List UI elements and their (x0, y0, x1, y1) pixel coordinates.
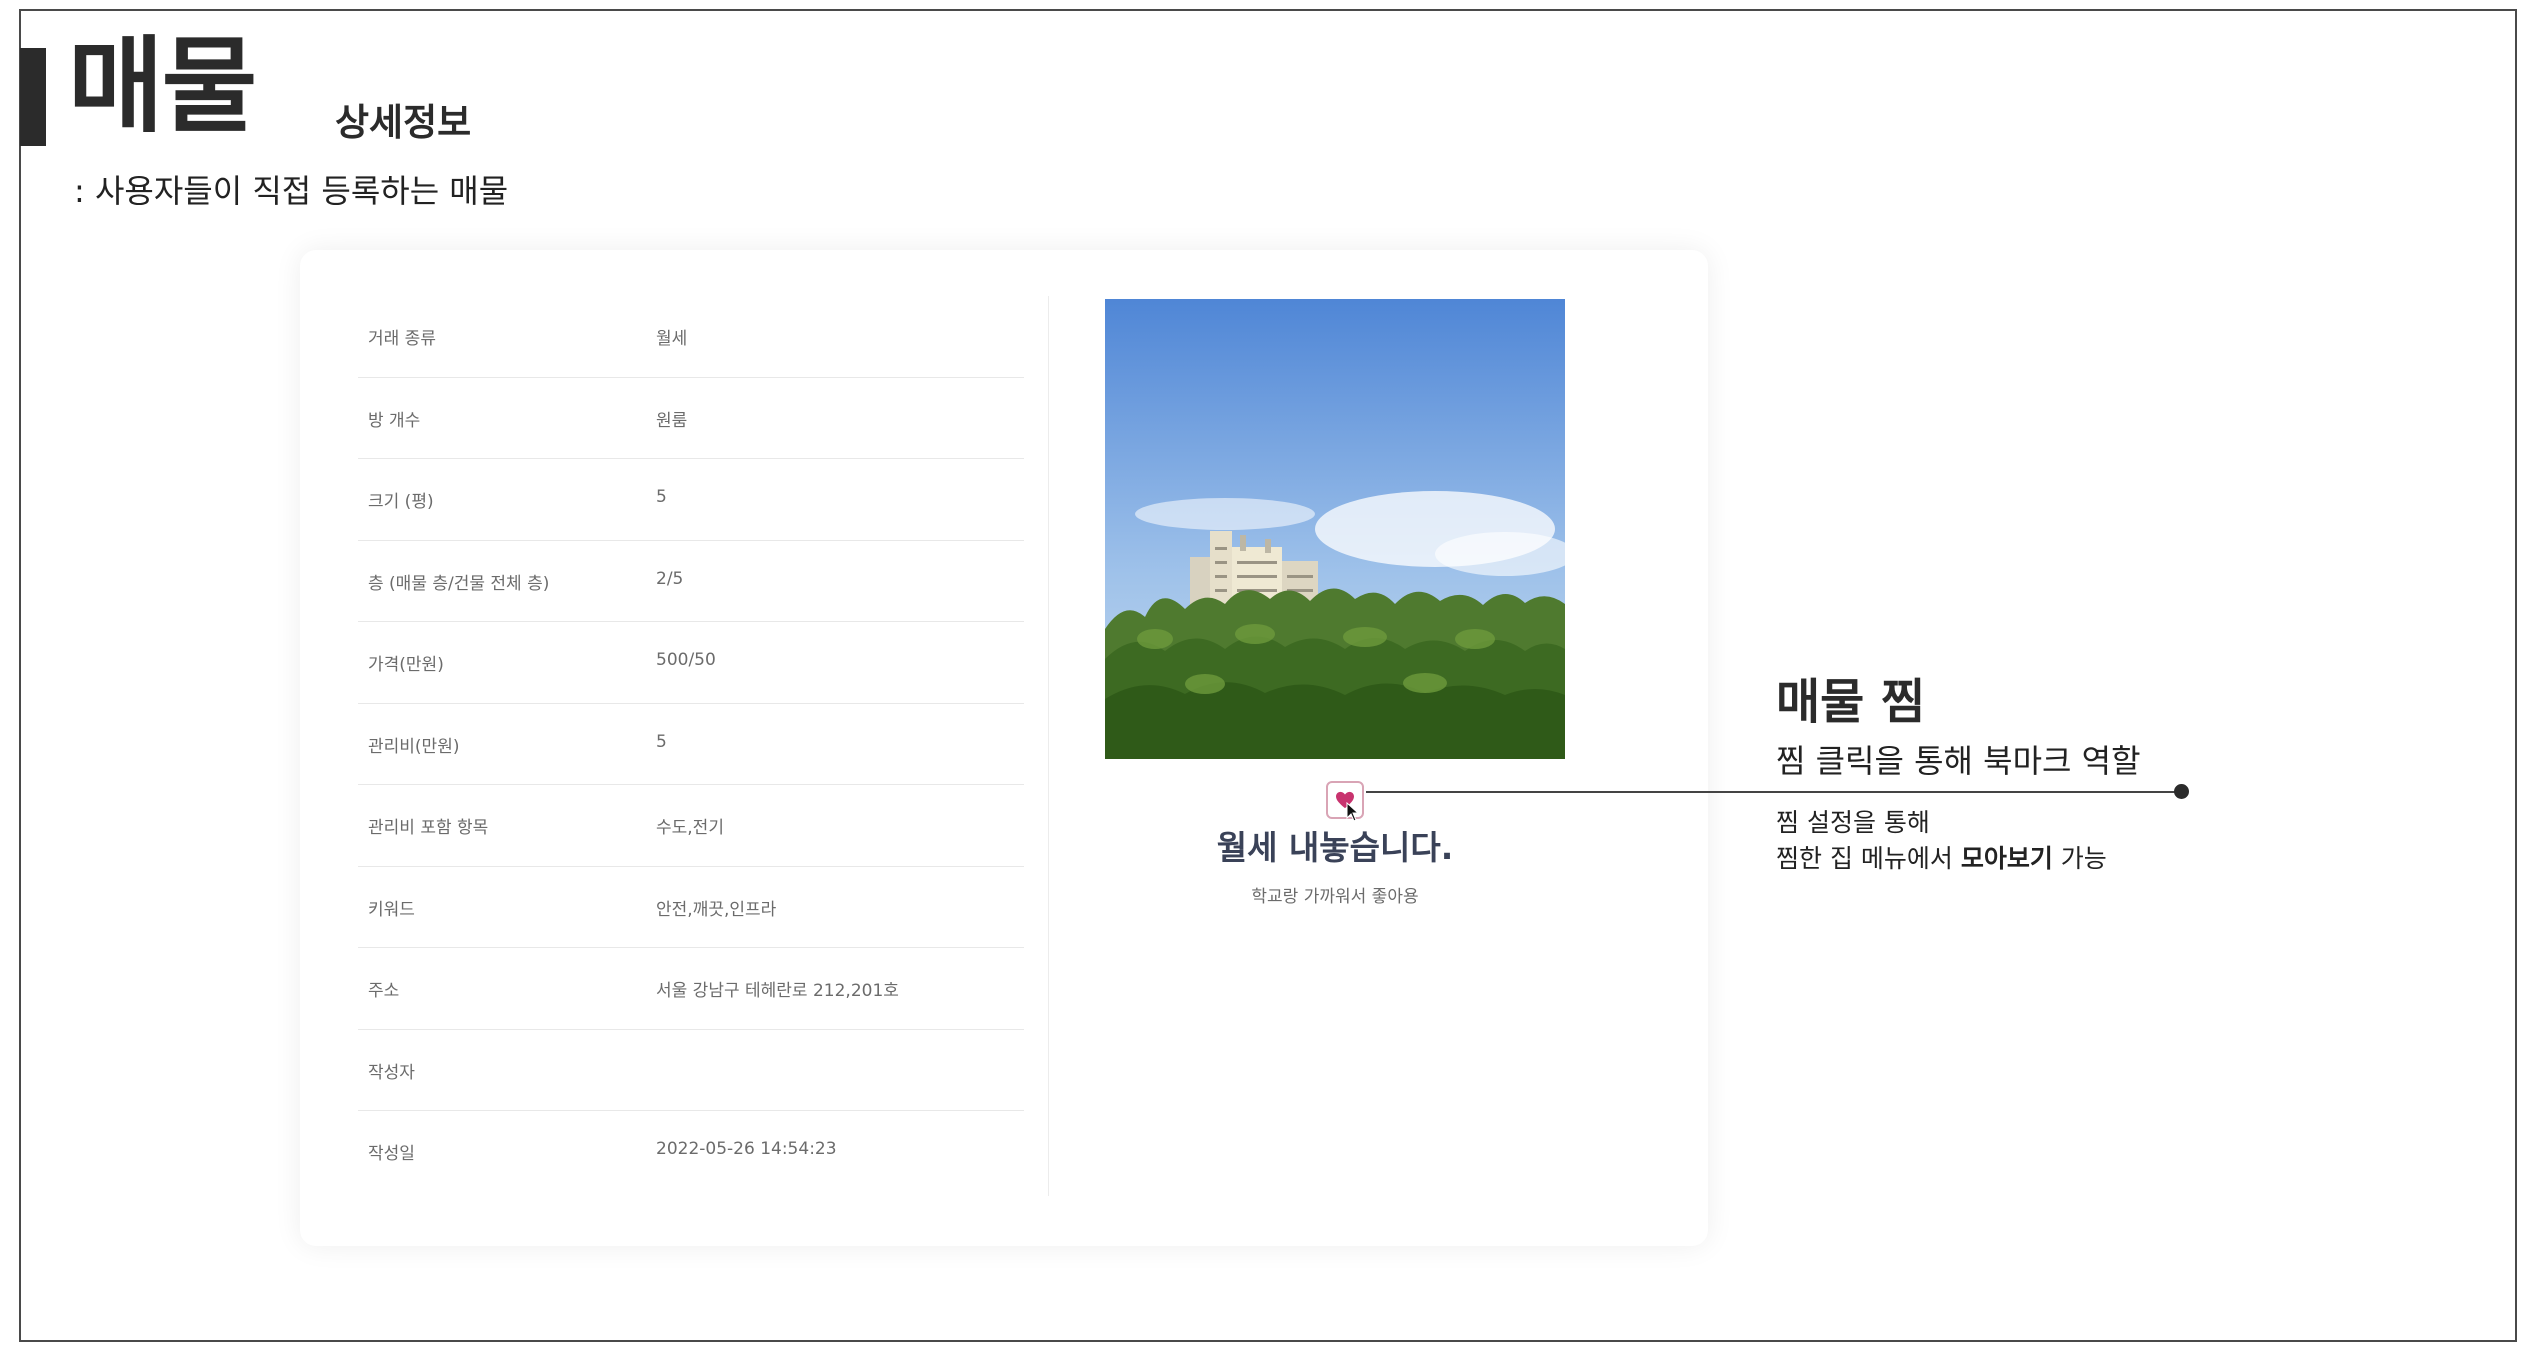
column-divider (1048, 296, 1049, 1196)
detail-table: 거래 종류 월세 방 개수 원룸 크기 (평) 5 층 (매물 층/건물 전체 층) 2… (358, 296, 1024, 1193)
detail-row: 가격(만원) 500/50 (358, 622, 1024, 704)
listing-title: 월세 내놓습니다. (1216, 828, 1454, 867)
detail-value: 서울 강남구 테헤란로 212,201호 (656, 981, 899, 1001)
page-subtitle: : 사용자들이 직접 등록하는 매물 (74, 172, 509, 210)
detail-row: 방 개수 원룸 (358, 378, 1024, 459)
detail-value: 수도,전기 (656, 818, 724, 838)
detail-row: 키워드 안전,깨끗,인프라 (358, 867, 1024, 948)
detail-value: 500/50 (656, 650, 716, 670)
feature-note: 찜 설정을 통해 찜한 집 메뉴에서 모아보기 가능 (1776, 805, 2107, 877)
detail-label: 크기 (평) (368, 492, 434, 512)
title-accent-bar (20, 48, 46, 146)
detail-value: 5 (656, 487, 667, 507)
detail-label: 방 개수 (368, 410, 421, 431)
feature-title: 매물 찜 (1776, 674, 1926, 730)
detail-label: 관리비 포함 항목 (368, 818, 489, 838)
detail-label: 층 (매물 층/건물 전체 층) (368, 573, 550, 594)
detail-label: 작성자 (368, 1062, 415, 1083)
page-title-sub: 상세정보 (335, 101, 472, 144)
detail-value: 2022-05-26 14:54:23 (656, 1139, 837, 1159)
detail-label: 가격(만원) (368, 655, 444, 675)
detail-row: 층 (매물 층/건물 전체 층) 2/5 (358, 541, 1024, 622)
feature-note-line2: 찜한 집 메뉴에서 모아보기 가능 (1776, 844, 2107, 873)
detail-row: 크기 (평) 5 (358, 459, 1024, 541)
feature-note-emphasis: 모아보기 (1960, 844, 2053, 873)
feature-subtitle: 찜 클릭을 통해 북마크 역할 (1776, 742, 2141, 780)
detail-value: 월세 (656, 329, 688, 349)
detail-value: 원룸 (656, 410, 688, 431)
detail-label: 키워드 (368, 899, 415, 920)
detail-row: 관리비(만원) 5 (358, 704, 1024, 785)
feature-note-line1: 찜 설정을 통해 (1776, 808, 1930, 837)
detail-label: 거래 종류 (368, 329, 436, 349)
detail-label: 관리비(만원) (368, 736, 460, 757)
detail-row: 주소 서울 강남구 테헤란로 212,201호 (358, 948, 1024, 1030)
page-title: 매물 (68, 25, 257, 147)
detail-row: 거래 종류 월세 (358, 296, 1024, 378)
listing-description: 학교랑 가까워서 좋아용 (1251, 887, 1419, 907)
callout-connector-dot (2174, 784, 2189, 799)
detail-row: 작성자 (358, 1030, 1024, 1111)
detail-label: 주소 (368, 981, 400, 1001)
listing-photo (1105, 299, 1565, 759)
detail-row: 작성일 2022-05-26 14:54:23 (358, 1111, 1024, 1193)
detail-value: 안전,깨끗,인프라 (656, 899, 777, 920)
callout-connector-line (1366, 791, 2180, 793)
detail-value: 2/5 (656, 568, 684, 589)
listing-detail-card: 거래 종류 월세 방 개수 원룸 크기 (평) 5 층 (매물 층/건물 전체 층) 2… (300, 250, 1708, 1246)
detail-label: 작성일 (368, 1144, 415, 1164)
detail-value: 5 (656, 731, 667, 752)
detail-row: 관리비 포함 항목 수도,전기 (358, 785, 1024, 867)
